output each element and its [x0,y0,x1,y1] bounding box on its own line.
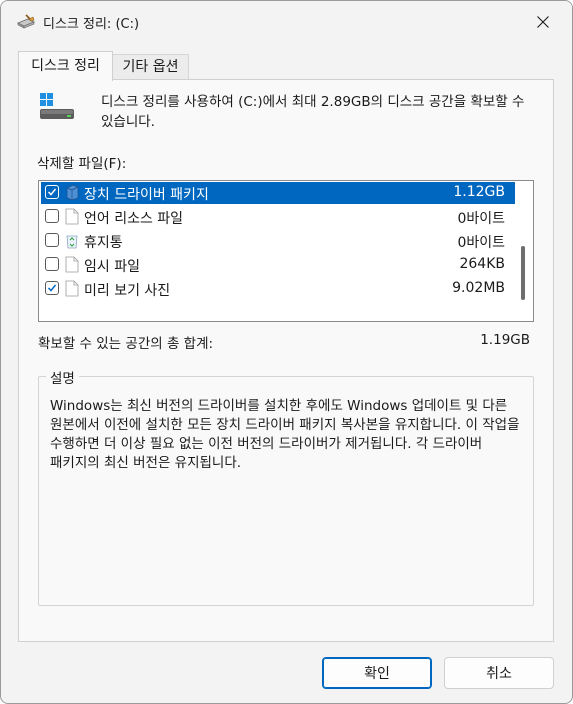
file-size: 9.02MB [452,280,505,296]
checkbox[interactable] [45,257,59,271]
window-title: 디스크 정리: (C:) [43,17,140,32]
file-name: 휴지통 [84,235,123,251]
file-name: 미리 보기 사진 [84,283,171,299]
checkbox[interactable] [45,281,59,295]
file-name: 장치 드라이버 패키지 [84,187,209,203]
description-text: Windows는 최신 버전의 드라이버를 설치한 후에도 Windows 업데… [50,398,520,471]
intro-text: 디스크 정리를 사용하여 (C:)에서 최대 2.89GB의 디스크 공간을 확… [101,94,525,130]
files-to-delete-label: 삭제할 파일(F): [37,156,127,172]
recycle-bin-icon [66,235,78,249]
file-size: 0바이트 [457,235,505,251]
disk-cleanup-icon [17,14,35,29]
total-space-value: 1.19GB [480,332,530,348]
file-name: 언어 리소스 파일 [84,211,184,227]
list-item[interactable]: 언어 리소스 파일 0바이트 [41,206,515,228]
tab-disk-cleanup[interactable]: 디스크 정리 [18,51,113,81]
file-size: 264KB [459,256,505,272]
file-icon [65,208,79,225]
scrollbar-thumb[interactable] [521,246,525,300]
list-item[interactable]: 휴지통 0바이트 [41,230,515,252]
checkbox[interactable] [45,185,59,199]
close-button[interactable] [525,7,561,37]
description-group: 설명 Windows는 최신 버전의 드라이버를 설치한 후에도 Windows… [38,367,534,606]
ok-button[interactable]: 확인 [322,657,432,689]
driver-package-icon [66,184,79,201]
disk-cleanup-window: 디스크 정리: (C:) 디스크 정리 기타 옵션 디스크 정리를 사용하여 (… [0,0,573,704]
file-size: 0바이트 [457,211,505,227]
tab-more-options[interactable]: 기타 옵션 [112,54,189,80]
title-bar[interactable]: 디스크 정리: (C:) [1,1,572,45]
file-size: 1.12GB [453,184,505,200]
checkbox[interactable] [45,233,59,247]
list-item[interactable]: 임시 파일 264KB [41,254,515,276]
description-legend: 설명 [46,367,79,387]
files-list[interactable]: 장치 드라이버 패키지 1.12GB 언어 리소스 파일 0바이트 휴지통 0바… [38,180,534,322]
drive-icon [40,93,74,119]
file-icon [65,256,79,273]
cancel-button[interactable]: 취소 [444,657,554,689]
file-icon [65,280,79,297]
tab-panel: 디스크 정리를 사용하여 (C:)에서 최대 2.89GB의 디스크 공간을 확… [18,79,554,642]
close-icon [537,16,549,28]
checkbox[interactable] [45,209,59,223]
list-item[interactable]: 미리 보기 사진 9.02MB [41,278,515,300]
total-space-label: 확보할 수 있는 공간의 총 합계: [38,336,214,352]
list-item[interactable]: 장치 드라이버 패키지 1.12GB [41,182,515,204]
file-name: 임시 파일 [84,259,140,275]
